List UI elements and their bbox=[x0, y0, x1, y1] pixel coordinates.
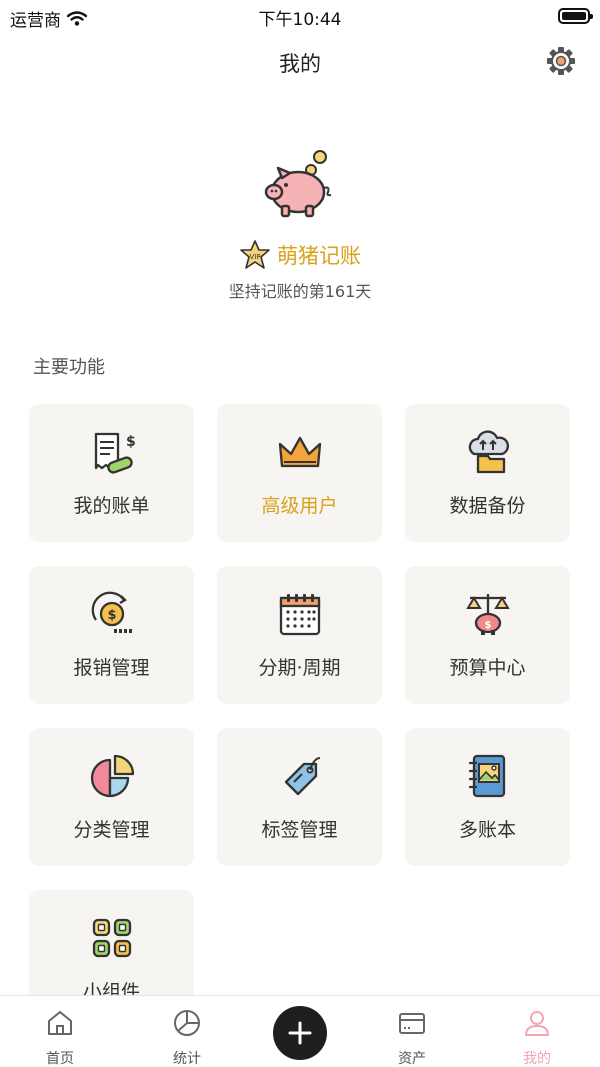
feature-label: 分期·周期 bbox=[258, 657, 341, 679]
feature-card-bills[interactable]: $ 我的账单 bbox=[29, 404, 194, 542]
user-icon bbox=[525, 1011, 549, 1036]
feature-label: 标签管理 bbox=[261, 819, 338, 841]
svg-text:$: $ bbox=[126, 434, 136, 450]
feature-card-reimburse[interactable]: $ 报销管理 bbox=[29, 566, 194, 704]
status-bar: 运营商 下午10:44 bbox=[0, 0, 600, 32]
section-title: 主要功能 bbox=[33, 357, 105, 378]
calendar-icon bbox=[279, 594, 320, 636]
status-time: 下午10:44 bbox=[258, 10, 342, 30]
tab-stats[interactable]: 统计 bbox=[127, 996, 247, 1067]
plus-icon bbox=[288, 1021, 312, 1045]
feature-label: 高级用户 bbox=[261, 495, 338, 517]
feature-card-budget[interactable]: $ 预算中心 bbox=[405, 566, 570, 704]
battery-icon bbox=[558, 8, 593, 24]
notebook-icon bbox=[468, 754, 505, 798]
pig-mascot-icon bbox=[260, 140, 340, 220]
pie-chart-icon bbox=[90, 754, 134, 798]
wallet-icon bbox=[399, 1013, 425, 1034]
nav-bar: 我的 bbox=[0, 32, 600, 92]
widget-icon bbox=[92, 918, 131, 958]
settings-button[interactable] bbox=[544, 44, 578, 78]
feature-card-ledgers[interactable]: 多账本 bbox=[405, 728, 570, 866]
feature-card-installment[interactable]: 分期·周期 bbox=[217, 566, 382, 704]
feature-card-tags[interactable]: 标签管理 bbox=[217, 728, 382, 866]
coin-refund-icon: $ bbox=[91, 591, 132, 633]
feature-label: 我的账单 bbox=[73, 495, 150, 517]
tab-bar: 首页 统计 资产 我的 bbox=[0, 995, 600, 1067]
tab-label: 资产 bbox=[398, 1051, 426, 1067]
tab-mine[interactable]: 我的 bbox=[477, 996, 597, 1067]
tab-assets[interactable]: 资产 bbox=[352, 996, 472, 1067]
feature-card-premium[interactable]: 高级用户 bbox=[217, 404, 382, 542]
gear-icon bbox=[547, 47, 575, 75]
cloud-backup-icon bbox=[468, 430, 509, 474]
chart-icon bbox=[174, 1010, 200, 1036]
budget-scale-icon: $ bbox=[465, 594, 510, 635]
user-name: 萌猪记账 bbox=[277, 244, 361, 268]
feature-card-backup[interactable]: 数据备份 bbox=[405, 404, 570, 542]
vip-badge-icon: VIP bbox=[240, 240, 270, 269]
svg-text:$: $ bbox=[484, 620, 491, 631]
profile-section: VIP 萌猪记账 坚持记账的第161天 bbox=[0, 140, 600, 302]
user-row[interactable]: VIP 萌猪记账 bbox=[0, 240, 600, 270]
tab-label: 统计 bbox=[173, 1051, 201, 1067]
svg-text:VIP: VIP bbox=[249, 253, 260, 261]
feature-label: 分类管理 bbox=[73, 819, 150, 841]
feature-label: 预算中心 bbox=[449, 657, 526, 679]
home-icon bbox=[48, 1011, 72, 1035]
tab-label: 首页 bbox=[46, 1051, 74, 1067]
svg-text:$: $ bbox=[107, 608, 116, 623]
add-record-button[interactable] bbox=[273, 1006, 327, 1060]
feature-card-category[interactable]: 分类管理 bbox=[29, 728, 194, 866]
tab-label: 我的 bbox=[523, 1051, 551, 1067]
page-title: 我的 bbox=[279, 52, 321, 76]
tag-icon bbox=[284, 757, 320, 796]
feature-label: 数据备份 bbox=[449, 495, 526, 517]
tab-home[interactable]: 首页 bbox=[0, 996, 120, 1067]
feature-label: 报销管理 bbox=[73, 657, 150, 679]
streak-text: 坚持记账的第161天 bbox=[228, 282, 372, 301]
receipt-icon: $ bbox=[94, 432, 136, 474]
feature-label: 多账本 bbox=[458, 819, 516, 841]
crown-icon bbox=[278, 436, 321, 468]
